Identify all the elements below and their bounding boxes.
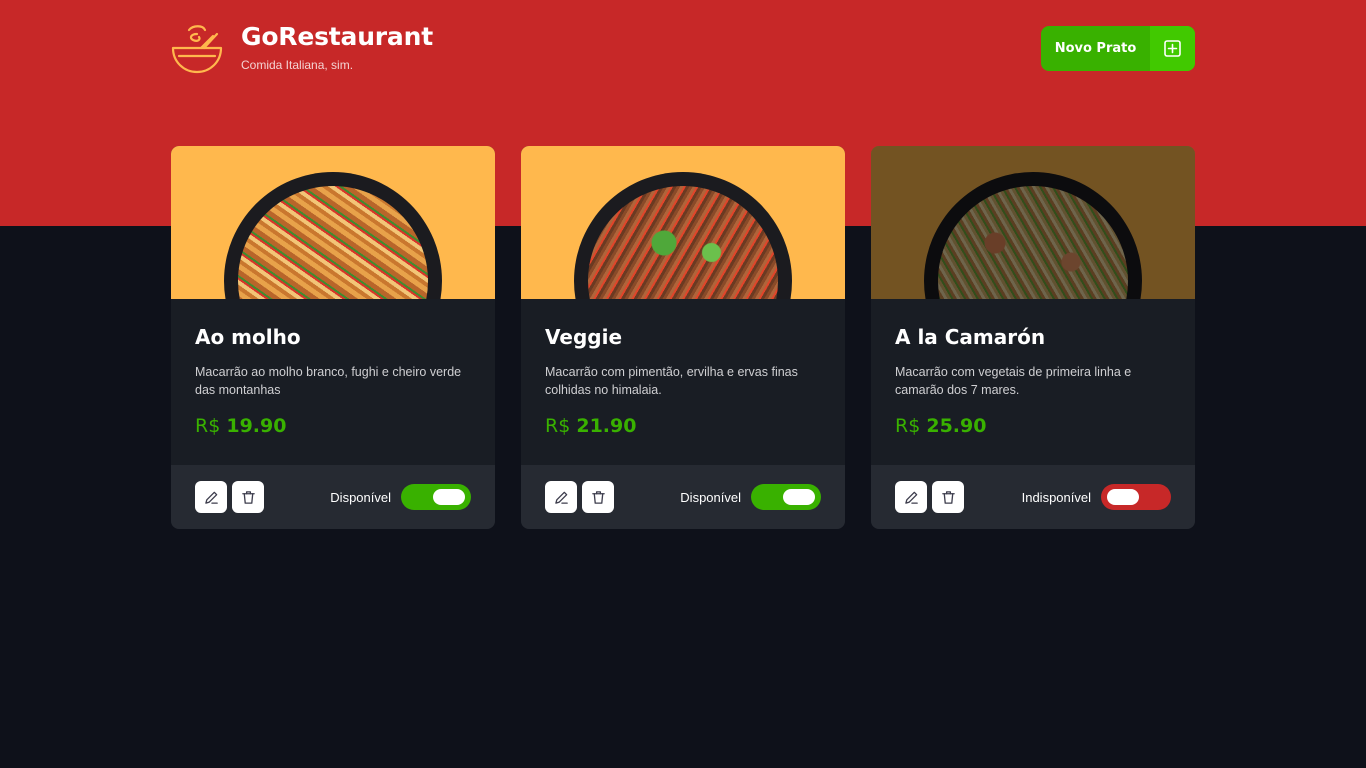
dish-card: Veggie Macarrão com pimentão, ervilha e …	[521, 146, 845, 529]
availability-label: Disponível	[680, 489, 741, 505]
app-header: GoRestaurant Comida Italiana, sim. Novo …	[171, 22, 1195, 74]
pencil-icon	[904, 491, 918, 504]
trash-icon	[941, 490, 955, 504]
dish-card: Ao molho Macarrão ao molho branco, fughi…	[171, 146, 495, 529]
plus-square-icon	[1150, 26, 1195, 71]
dish-description: Macarrão ao molho branco, fughi e cheiro…	[195, 365, 462, 397]
food-bowl-icon	[171, 25, 223, 74]
price-currency: R$	[195, 415, 221, 437]
price-value: 21.90	[576, 415, 637, 437]
dish-image	[171, 146, 495, 299]
dish-price: R$ 25.90	[895, 415, 1171, 437]
delete-dish-button[interactable]	[932, 481, 964, 513]
dish-name: A la Camarón	[895, 325, 1046, 349]
trash-icon	[241, 490, 255, 504]
delete-dish-button[interactable]	[582, 481, 614, 513]
availability-toggle[interactable]	[1101, 484, 1171, 510]
edit-dish-button[interactable]	[195, 481, 227, 513]
pencil-icon	[204, 491, 218, 504]
dish-price: R$ 19.90	[195, 415, 471, 437]
price-value: 25.90	[926, 415, 987, 437]
dish-image	[871, 146, 1195, 299]
availability-toggle[interactable]	[401, 484, 471, 510]
dish-card-footer: Indisponível	[871, 465, 1195, 529]
edit-dish-button[interactable]	[545, 481, 577, 513]
dish-name: Ao molho	[195, 325, 301, 349]
pencil-icon	[554, 491, 568, 504]
dish-description: Macarrão com vegetais de primeira linha …	[895, 365, 1132, 397]
availability-toggle[interactable]	[751, 484, 821, 510]
price-currency: R$	[895, 415, 921, 437]
new-dish-button[interactable]: Novo Prato	[1041, 26, 1195, 71]
availability-label: Indisponível	[1021, 489, 1091, 505]
brand-subtitle: Comida Italiana, sim.	[241, 58, 354, 72]
dish-card-footer: Disponível	[171, 465, 495, 529]
brand-name: GoRestaurant	[241, 22, 433, 51]
dish-image	[521, 146, 845, 299]
delete-dish-button[interactable]	[232, 481, 264, 513]
trash-icon	[591, 490, 605, 504]
availability-label: Disponível	[330, 489, 391, 505]
dish-list: Ao molho Macarrão ao molho branco, fughi…	[171, 146, 1195, 529]
edit-dish-button[interactable]	[895, 481, 927, 513]
dish-card: A la Camarón Macarrão com vegetais de pr…	[871, 146, 1195, 529]
price-value: 19.90	[226, 415, 287, 437]
new-dish-label: Novo Prato	[1054, 41, 1137, 56]
dish-name: Veggie	[545, 325, 623, 349]
dish-card-footer: Disponível	[521, 465, 845, 529]
dish-description: Macarrão com pimentão, ervilha e ervas f…	[545, 365, 798, 397]
dish-price: R$ 21.90	[545, 415, 821, 437]
price-currency: R$	[545, 415, 571, 437]
